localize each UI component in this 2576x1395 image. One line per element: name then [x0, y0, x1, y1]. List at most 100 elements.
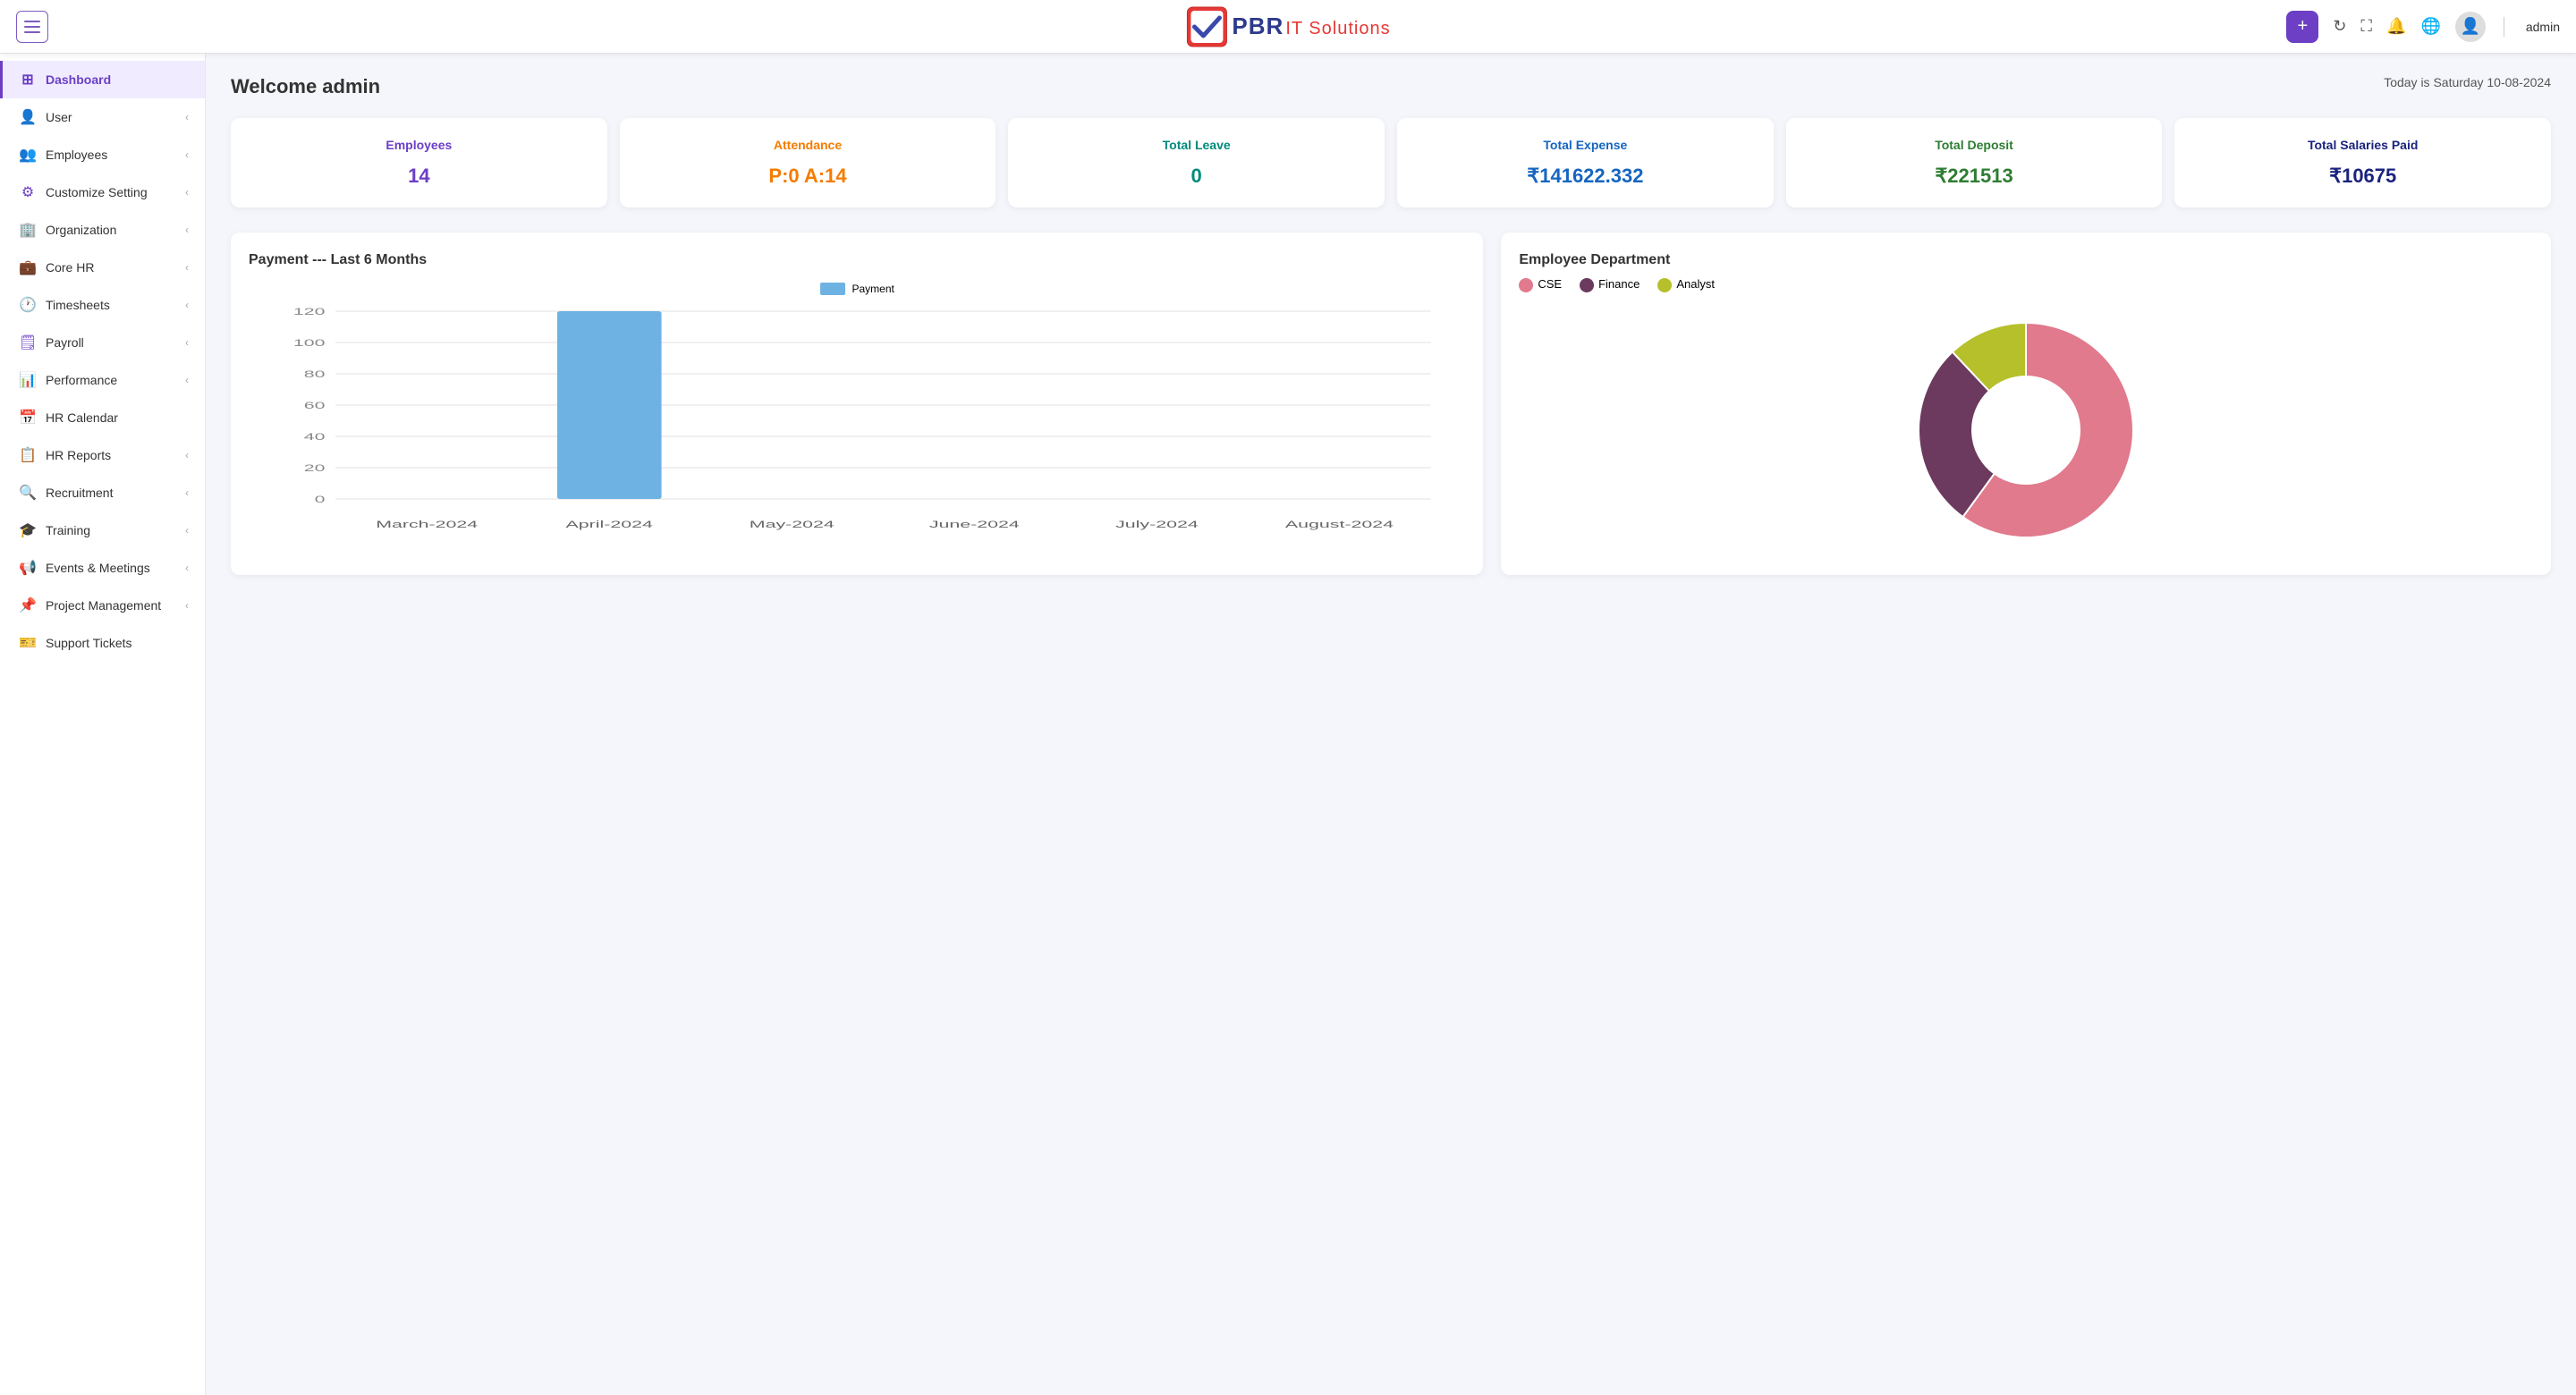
sidebar-item-training[interactable]: 🎓 Training ‹ — [0, 512, 205, 549]
donut-svg — [1901, 305, 2151, 555]
stat-card-value-3: ₹141622.332 — [1413, 165, 1758, 188]
refresh-icon: ↻ — [2333, 17, 2346, 36]
bar-legend: Payment — [249, 283, 1465, 295]
bottom-row: Payment --- Last 6 Months Payment 020406… — [231, 232, 2551, 575]
timesheets-icon: 🕐 — [19, 296, 37, 314]
chevron-icon: ‹ — [185, 111, 189, 123]
legend-Analyst: Analyst — [1657, 277, 1715, 292]
legend-CSE: CSE — [1519, 277, 1562, 292]
sidebar-item-organization[interactable]: 🏢 Organization ‹ — [0, 211, 205, 249]
logo-text-area: PBRIT Solutions — [1232, 13, 1390, 40]
sidebar-item-dashboard[interactable]: ⊞ Dashboard — [0, 61, 205, 98]
sidebar-item-timesheets[interactable]: 🕐 Timesheets ‹ — [0, 286, 205, 324]
chevron-icon: ‹ — [185, 148, 189, 161]
nav-left: 🕐 Timesheets — [19, 296, 110, 314]
sidebar-label-hr-calendar: HR Calendar — [46, 410, 118, 425]
chevron-icon: ‹ — [185, 524, 189, 537]
fullscreen-icon: ⛶ — [2360, 17, 2372, 36]
chevron-icon: ‹ — [185, 374, 189, 386]
stat-card-3: Total Expense ₹141622.332 — [1397, 118, 1774, 207]
stat-card-5: Total Salaries Paid ₹10675 — [2174, 118, 2551, 207]
training-icon: 🎓 — [19, 521, 37, 539]
sidebar-item-project-management[interactable]: 📌 Project Management ‹ — [0, 587, 205, 624]
chevron-icon: ‹ — [185, 336, 189, 349]
donut-svg-wrap — [1519, 305, 2533, 555]
nav-left: 💼 Core HR — [19, 258, 94, 276]
logo-area: PBRIT Solutions — [1185, 5, 1390, 48]
project-management-icon: 📌 — [19, 596, 37, 614]
sidebar-item-recruitment[interactable]: 🔍 Recruitment ‹ — [0, 474, 205, 512]
sidebar-item-hr-calendar[interactable]: 📅 HR Calendar — [0, 399, 205, 436]
stat-card-value-4: ₹221513 — [1802, 165, 2147, 188]
sidebar-label-payroll: Payroll — [46, 335, 84, 350]
dashboard-icon: ⊞ — [19, 71, 37, 89]
topnav-left — [16, 11, 48, 43]
svg-text:May-2024: May-2024 — [750, 519, 835, 529]
sidebar-label-support-tickets: Support Tickets — [46, 636, 132, 650]
sidebar-label-customize-setting: Customize Setting — [46, 185, 148, 199]
support-tickets-icon: 🎫 — [19, 634, 37, 652]
globe-button[interactable]: 🌐 — [2420, 17, 2440, 36]
nav-left: 📌 Project Management — [19, 596, 161, 614]
sidebar-item-performance[interactable]: 📊 Performance ‹ — [0, 361, 205, 399]
nav-left: ⚙ Customize Setting — [19, 183, 148, 201]
refresh-button[interactable]: ↻ — [2333, 17, 2346, 36]
stat-card-value-0: 14 — [247, 165, 591, 188]
sidebar-item-customize-setting[interactable]: ⚙ Customize Setting ‹ — [0, 173, 205, 211]
nav-left: 📋 HR Reports — [19, 446, 111, 464]
main-content: Welcome admin Today is Saturday 10-08-20… — [206, 54, 2576, 1395]
sidebar-item-employees[interactable]: 👥 Employees ‹ — [0, 136, 205, 173]
performance-icon: 📊 — [19, 371, 37, 389]
svg-text:100: 100 — [293, 337, 326, 348]
notification-button[interactable]: 🔔 — [2386, 17, 2406, 36]
sidebar-item-support-tickets[interactable]: 🎫 Support Tickets — [0, 624, 205, 662]
payment-chart-panel: Payment --- Last 6 Months Payment 020406… — [231, 232, 1483, 575]
sidebar-label-dashboard: Dashboard — [46, 72, 111, 87]
nav-left: 🔍 Recruitment — [19, 484, 113, 502]
sidebar-label-training: Training — [46, 523, 90, 537]
fullscreen-button[interactable]: ⛶ — [2360, 17, 2372, 36]
stat-card-label-3: Total Expense — [1413, 138, 1758, 152]
sidebar-item-events-meetings[interactable]: 📢 Events & Meetings ‹ — [0, 549, 205, 587]
chevron-icon: ‹ — [185, 299, 189, 311]
logo-icon — [1185, 5, 1228, 48]
nav-left: 👤 User — [19, 108, 72, 126]
svg-text:120: 120 — [293, 306, 326, 317]
sidebar-label-events-meetings: Events & Meetings — [46, 561, 150, 575]
sidebar-label-performance: Performance — [46, 373, 117, 387]
topnav-right: + ↻ ⛶ 🔔 🌐 👤 admin — [2286, 11, 2560, 43]
stat-card-label-5: Total Salaries Paid — [2190, 138, 2535, 152]
svg-text:0: 0 — [315, 494, 326, 504]
hamburger-button[interactable] — [16, 11, 48, 43]
admin-label: admin — [2526, 20, 2560, 34]
recruitment-icon: 🔍 — [19, 484, 37, 502]
nav-left: 🏢 Organization — [19, 221, 116, 239]
nav-left: 🎓 Training — [19, 521, 90, 539]
nav-left: 📢 Events & Meetings — [19, 559, 150, 577]
sidebar-item-core-hr[interactable]: 💼 Core HR ‹ — [0, 249, 205, 286]
sidebar-item-hr-reports[interactable]: 📋 HR Reports ‹ — [0, 436, 205, 474]
svg-text:March-2024: March-2024 — [376, 519, 478, 529]
organization-icon: 🏢 — [19, 221, 37, 239]
stat-card-value-5: ₹10675 — [2190, 165, 2535, 188]
logo-brand: PBRIT Solutions — [1232, 13, 1390, 40]
svg-text:20: 20 — [304, 462, 326, 473]
chevron-icon: ‹ — [185, 599, 189, 612]
dept-chart-panel: Employee Department CSE Finance Analyst — [1501, 232, 2551, 575]
globe-icon: 🌐 — [2420, 17, 2440, 36]
customize-setting-icon: ⚙ — [19, 183, 37, 201]
svg-text:40: 40 — [304, 431, 326, 442]
dept-chart-title: Employee Department — [1519, 252, 2533, 268]
sidebar-item-user[interactable]: 👤 User ‹ — [0, 98, 205, 136]
add-button[interactable]: + — [2286, 11, 2318, 43]
donut-legend: CSE Finance Analyst — [1519, 277, 2533, 292]
avatar: 👤 — [2455, 12, 2486, 42]
bar-legend-color — [820, 283, 845, 295]
layout: ⊞ Dashboard 👤 User ‹ 👥 Employees ‹ ⚙ Cus… — [0, 54, 2576, 1395]
chevron-icon: ‹ — [185, 562, 189, 574]
sidebar-item-payroll[interactable]: 🗒 Payroll ‹ — [0, 324, 205, 361]
header-row: Welcome admin Today is Saturday 10-08-20… — [231, 75, 2551, 98]
legend-Finance: Finance — [1580, 277, 1640, 292]
chevron-icon: ‹ — [185, 224, 189, 236]
hr-calendar-icon: 📅 — [19, 409, 37, 427]
